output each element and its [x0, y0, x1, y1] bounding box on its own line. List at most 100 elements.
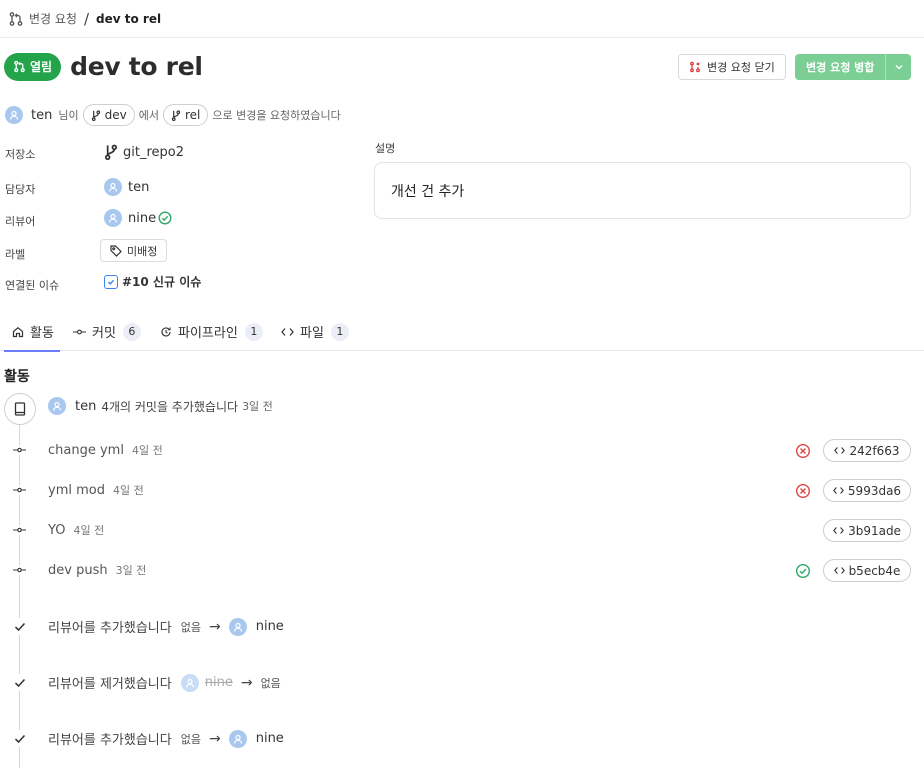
repo-value[interactable]: git_repo2	[104, 144, 184, 160]
labels-value[interactable]: 미배정	[100, 239, 168, 262]
failed-status-icon[interactable]	[795, 483, 811, 499]
tab-files[interactable]: 파일 1	[281, 312, 349, 351]
user-icon	[108, 182, 118, 192]
linked-issue: #10 신규 이슈	[122, 275, 202, 289]
code-icon	[834, 447, 846, 454]
activity-title: 활동	[4, 369, 30, 385]
commit-row[interactable]: yml mod 4일 전	[48, 482, 144, 498]
commit-icon	[12, 485, 27, 495]
tab-pipelines[interactable]: 파이프라인 1	[160, 312, 263, 351]
push-event: ten 4개의 커밋을 추가했습니다 3일 전	[48, 397, 273, 415]
timeline-push-marker	[4, 393, 36, 425]
commit-message: change yml	[48, 443, 124, 458]
commit-icon	[12, 525, 27, 535]
avatar	[5, 106, 23, 124]
tab-label: 커밋	[92, 326, 116, 341]
avatar	[180, 673, 199, 692]
linked-issue-value[interactable]: #10 신규 이슈	[104, 273, 201, 290]
commit-time: 4일 전	[112, 484, 144, 497]
close-request-button[interactable]: 변경 요청 닫기	[678, 54, 786, 80]
labels-text: 미배정	[127, 244, 158, 258]
commit-sha-button[interactable]: 5993da6	[823, 479, 911, 502]
branch-icon	[104, 144, 118, 160]
push-user[interactable]: ten	[75, 399, 96, 414]
target-branch-pill[interactable]: rel	[162, 104, 209, 126]
user-icon	[52, 401, 62, 411]
tab-commits[interactable]: 커밋 6	[73, 312, 141, 351]
source-branch: dev	[104, 108, 127, 122]
event-from: nine	[204, 675, 233, 690]
failed-status-icon[interactable]	[795, 443, 811, 459]
labels-label: 라벨	[5, 248, 26, 261]
commit-sha: 3b91ade	[848, 523, 901, 538]
arrow-icon: →	[240, 674, 253, 691]
description-label: 설명	[375, 142, 396, 155]
request-byline: ten 님이 dev 에서 rel 으로 변경을 요청하였습니다	[5, 104, 341, 126]
commit-sha: 5993da6	[847, 483, 902, 498]
event-from: 없음	[180, 620, 201, 634]
reviewer-name: nine	[128, 210, 157, 226]
merge-options-button[interactable]	[885, 54, 912, 80]
pull-request-icon	[14, 60, 25, 73]
tab-label: 파이프라인	[178, 326, 238, 341]
reviewer-event: 리뷰어를 추가했습니다 없음 → nine	[48, 729, 284, 748]
avatar	[228, 617, 247, 636]
commit-icon	[12, 445, 27, 455]
event-text: 리뷰어를 제거했습니다	[48, 677, 172, 692]
commit-row[interactable]: YO 4일 전	[48, 522, 104, 538]
push-text: 4개의 커밋을 추가했습니다	[101, 399, 239, 414]
repo-name: git_repo2	[123, 144, 184, 160]
commit-sha-button[interactable]: b5ecb4e	[823, 559, 911, 582]
event-to[interactable]: nine	[256, 731, 284, 746]
breadcrumb-current: dev to rel	[96, 11, 162, 26]
assignee-value[interactable]: ten	[104, 178, 149, 196]
breadcrumb-parent[interactable]: 변경 요청	[29, 10, 77, 27]
success-status-icon[interactable]	[795, 563, 811, 579]
user-icon	[9, 110, 19, 120]
repo-label: 저장소	[5, 148, 36, 161]
event-text: 리뷰어를 추가했습니다	[48, 733, 172, 748]
commit-row[interactable]: change yml 4일 전	[48, 442, 163, 458]
commit-sha-button[interactable]: 242f663	[823, 439, 911, 462]
reviewer-value[interactable]: nine	[104, 209, 172, 227]
user-icon	[233, 622, 242, 632]
author-name[interactable]: ten	[31, 108, 52, 123]
tab-activity[interactable]: 활동	[4, 312, 60, 352]
tab-count: 1	[244, 322, 263, 341]
pull-request-icon	[9, 11, 23, 26]
user-icon	[233, 734, 242, 744]
assignee-name: ten	[128, 179, 150, 195]
target-branch: rel	[184, 108, 201, 122]
byline-text: 에서	[138, 109, 159, 122]
book-icon	[14, 402, 26, 416]
commit-message: dev push	[48, 563, 108, 578]
commit-sha: b5ecb4e	[848, 563, 901, 578]
tab-count: 6	[122, 322, 141, 341]
reviewer-event: 리뷰어를 추가했습니다 없음 → nine	[48, 617, 284, 636]
page-header: 열림 dev to rel	[4, 52, 203, 81]
commit-icon	[73, 329, 86, 334]
event-from: 없음	[180, 732, 201, 746]
label-chip[interactable]: 미배정	[100, 239, 168, 262]
code-icon	[833, 487, 844, 494]
merge-button[interactable]: 변경 요청 병합	[795, 54, 886, 80]
arrow-icon: →	[208, 730, 221, 747]
check-icon	[11, 618, 28, 635]
commit-time: 4일 전	[73, 524, 105, 537]
close-request-label: 변경 요청 닫기	[707, 61, 775, 74]
code-icon	[281, 327, 294, 336]
commit-sha-button[interactable]: 3b91ade	[823, 519, 911, 542]
approved-check-icon	[158, 211, 172, 225]
code-icon	[833, 567, 845, 574]
breadcrumb: 변경 요청 / dev to rel	[0, 0, 924, 38]
tab-label: 활동	[30, 326, 54, 341]
home-icon	[12, 326, 24, 337]
linked-issue-label: 연결된 이슈	[5, 279, 60, 292]
status-label: 열림	[30, 60, 53, 74]
tab-count: 1	[330, 322, 349, 341]
commit-row[interactable]: dev push 3일 전	[48, 562, 146, 578]
event-text: 리뷰어를 추가했습니다	[48, 621, 172, 636]
event-to[interactable]: nine	[256, 619, 284, 634]
source-branch-pill[interactable]: dev	[82, 104, 135, 126]
arrow-icon: →	[208, 618, 221, 635]
